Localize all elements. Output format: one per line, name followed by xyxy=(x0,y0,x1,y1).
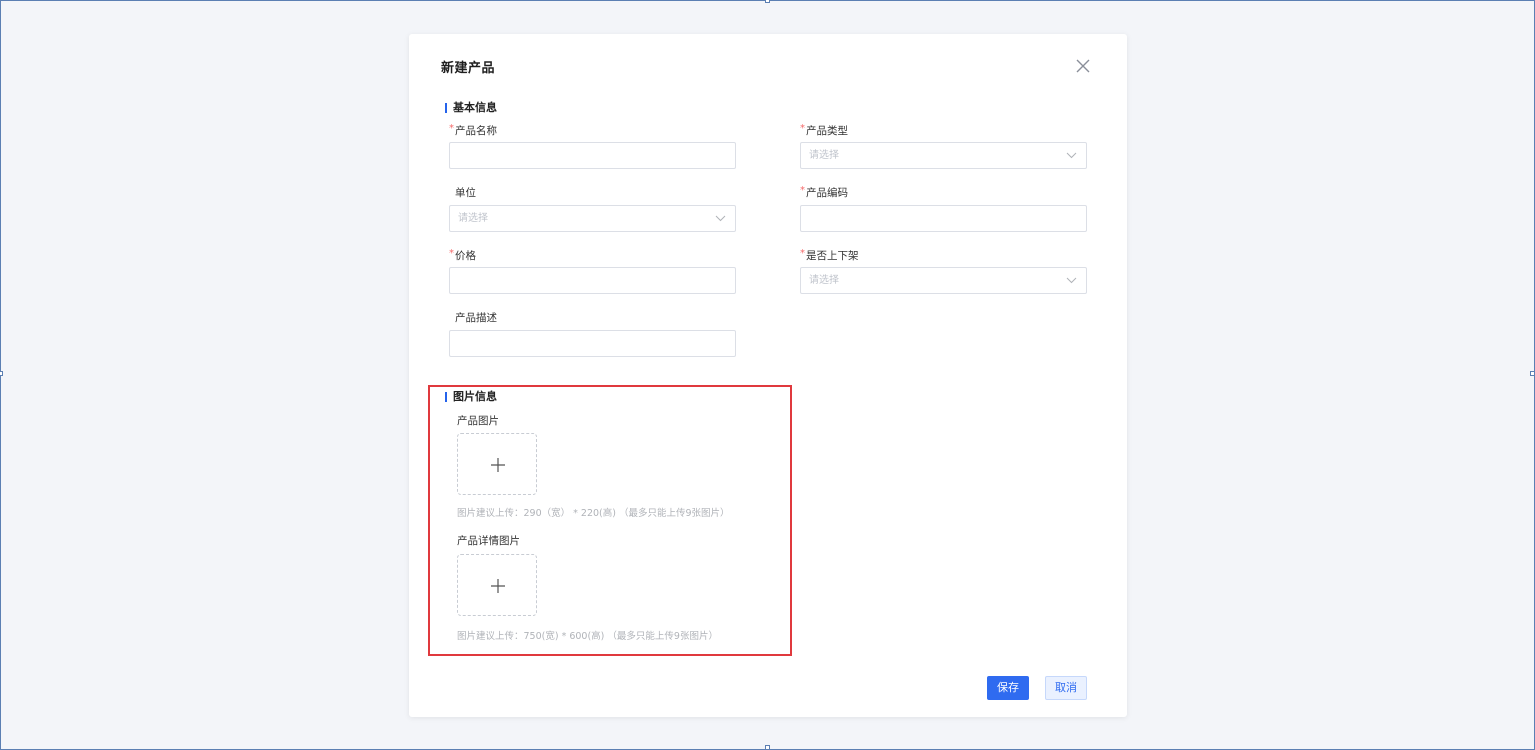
unit-select[interactable]: 请选择 xyxy=(449,205,736,232)
product-image-label: 产品图片 xyxy=(457,415,499,427)
on-shelf-select[interactable]: 请选择 xyxy=(800,267,1087,294)
required-mark: * xyxy=(800,248,805,259)
resize-handle-right[interactable] xyxy=(1530,371,1535,376)
on-shelf-label: 是否上下架 xyxy=(806,250,859,262)
section-image-info-label: 图片信息 xyxy=(453,390,497,403)
section-image-info: 图片信息 xyxy=(445,391,497,403)
resize-handle-top[interactable] xyxy=(765,0,770,3)
section-basic-info-label: 基本信息 xyxy=(453,101,497,114)
detail-image-label: 产品详情图片 xyxy=(457,535,520,547)
product-name-input[interactable] xyxy=(449,142,736,169)
product-code-label: 产品编码 xyxy=(806,187,848,199)
cancel-button[interactable]: 取消 xyxy=(1045,676,1087,700)
required-mark: * xyxy=(800,185,805,196)
required-mark: * xyxy=(800,123,805,134)
product-image-upload[interactable] xyxy=(457,433,537,495)
resize-handle-bottom[interactable] xyxy=(765,745,770,750)
chevron-down-icon xyxy=(1066,277,1077,284)
detail-image-hint: 图片建议上传：750(宽) * 600(高) （最多只能上传9张图片） xyxy=(457,631,718,642)
unit-placeholder: 请选择 xyxy=(458,213,488,224)
plus-icon xyxy=(491,579,505,593)
product-image-hint: 图片建议上传：290（宽） * 220(高) （最多只能上传9张图片） xyxy=(457,508,730,519)
product-type-placeholder: 请选择 xyxy=(809,150,839,161)
product-name-label: 产品名称 xyxy=(455,125,497,137)
section-marker xyxy=(445,392,447,402)
required-mark: * xyxy=(449,248,454,259)
product-code-input[interactable] xyxy=(800,205,1087,232)
close-icon xyxy=(1076,59,1090,73)
plus-icon xyxy=(491,458,505,472)
product-type-select[interactable]: 请选择 xyxy=(800,142,1087,169)
unit-label: 单位 xyxy=(455,187,476,199)
save-button[interactable]: 保存 xyxy=(987,676,1029,700)
description-input[interactable] xyxy=(449,330,736,357)
section-marker xyxy=(445,103,447,113)
chevron-down-icon xyxy=(715,215,726,222)
close-button[interactable] xyxy=(1074,57,1092,75)
description-label: 产品描述 xyxy=(455,312,497,324)
price-input[interactable] xyxy=(449,267,736,294)
product-type-label: 产品类型 xyxy=(806,125,848,137)
required-mark: * xyxy=(449,123,454,134)
price-label: 价格 xyxy=(455,250,476,262)
on-shelf-placeholder: 请选择 xyxy=(809,275,839,286)
new-product-dialog: 新建产品 基本信息 * 产品名称 * 产品类型 请选择 单位 请选择 * 产品编… xyxy=(409,34,1127,717)
section-basic-info: 基本信息 xyxy=(445,102,497,114)
dialog-title: 新建产品 xyxy=(441,61,496,76)
resize-handle-left[interactable] xyxy=(0,371,3,376)
detail-image-upload[interactable] xyxy=(457,554,537,616)
chevron-down-icon xyxy=(1066,152,1077,159)
